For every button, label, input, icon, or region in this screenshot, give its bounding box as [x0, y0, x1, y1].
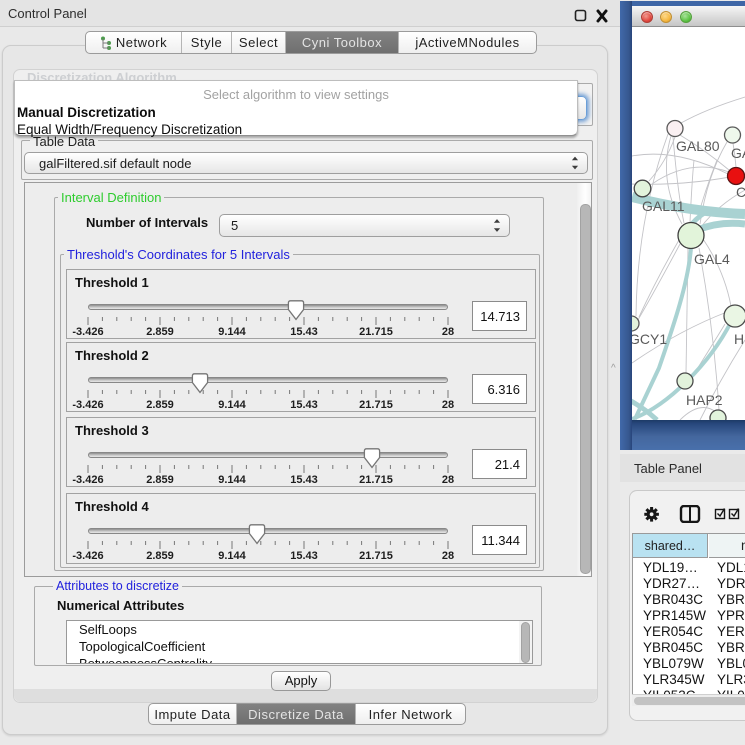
svg-text:GAL80: GAL80 — [676, 138, 720, 154]
svg-text:GAL4: GAL4 — [694, 251, 730, 267]
svg-text:GCY1: GCY1 — [632, 331, 667, 347]
svg-text:GA: GA — [731, 145, 745, 161]
svg-text:GAL11: GAL11 — [642, 198, 685, 214]
svg-text:C: C — [736, 184, 745, 200]
svg-text:HAP2: HAP2 — [686, 392, 723, 408]
svg-text:H: H — [734, 331, 744, 347]
